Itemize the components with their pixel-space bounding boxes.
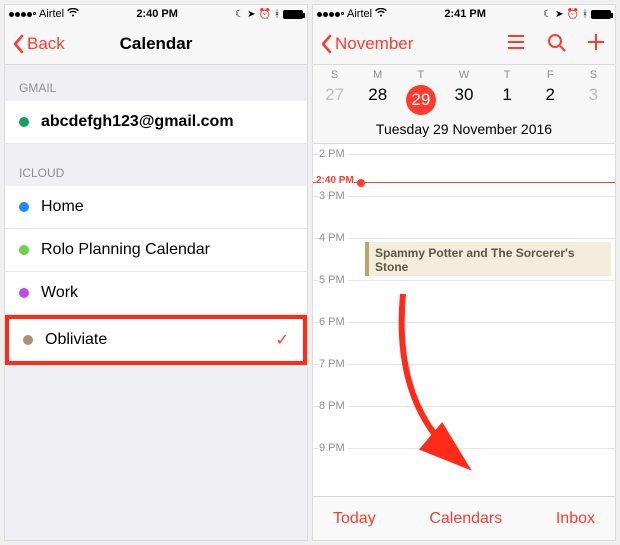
moon-icon: ☾ [543, 9, 552, 20]
calendar-row-rolo[interactable]: Rolo Planning Calendar [5, 229, 307, 272]
today-button[interactable]: Today [333, 510, 376, 528]
section-header-icloud: ICLOUD [5, 144, 307, 186]
month-label: November [335, 34, 413, 54]
status-bar: Airtel 2:40 PM ☾ ➤ ⏰ ᚼ [5, 5, 307, 23]
back-label: Back [27, 34, 65, 54]
calendar-row-gmail[interactable]: abcdefgh123@gmail.com [5, 101, 307, 144]
carrier-label: Airtel [39, 8, 64, 20]
color-bullet [19, 202, 29, 212]
day-cell[interactable]: 3 [572, 85, 615, 115]
hour-label: 6 PM [319, 316, 348, 328]
calendar-label: Work [41, 284, 78, 302]
current-time-indicator: 2:40 PM [313, 182, 615, 183]
week-header: S M T W T F S 27 28 29 30 1 2 3 Tuesday … [313, 65, 615, 144]
day-timeline[interactable]: 2 PM 2:40 PM 3 PM 4 PM Spammy Potter and… [313, 144, 615, 484]
bluetooth-icon: ᚼ [274, 9, 280, 20]
full-date-label: Tuesday 29 November 2016 [313, 121, 615, 137]
calendar-event[interactable]: Spammy Potter and The Sorcerer's Stone [365, 242, 611, 276]
location-icon: ➤ [555, 9, 563, 20]
inbox-button[interactable]: Inbox [556, 510, 595, 528]
search-icon[interactable] [545, 31, 567, 56]
alarm-icon: ⏰ [567, 9, 579, 20]
location-icon: ➤ [247, 9, 255, 20]
day-cell[interactable]: 28 [356, 85, 399, 115]
color-bullet [19, 245, 29, 255]
clock: 2:40 PM [136, 8, 178, 20]
hour-label: 7 PM [319, 358, 348, 370]
battery-icon [591, 10, 611, 19]
carrier-label: Airtel [347, 8, 372, 20]
calendar-label: Rolo Planning Calendar [41, 241, 210, 259]
alarm-icon: ⏰ [259, 9, 271, 20]
color-bullet [19, 288, 29, 298]
weekday-label: W [442, 69, 485, 81]
add-icon[interactable] [585, 31, 607, 56]
wifi-icon [375, 8, 387, 20]
color-bullet [19, 117, 29, 127]
hour-label: 4 PM [319, 232, 348, 244]
hour-label: 5 PM [319, 274, 348, 286]
calendar-label: Home [41, 198, 84, 216]
calendar-row-work[interactable]: Work [5, 272, 307, 315]
battery-icon [283, 10, 303, 19]
wifi-icon [67, 8, 79, 20]
calendar-selection-screen: Airtel 2:40 PM ☾ ➤ ⏰ ᚼ Back Calendar GMA… [4, 4, 308, 541]
day-cell[interactable]: 30 [442, 85, 485, 115]
day-cell[interactable]: 2 [529, 85, 572, 115]
calendar-row-home[interactable]: Home [5, 186, 307, 229]
hour-label: 8 PM [319, 400, 348, 412]
calendar-row-obliviate[interactable]: Obliviate ✓ [5, 315, 307, 365]
status-bar: Airtel 2:41 PM ☾ ➤ ⏰ ᚼ [313, 5, 615, 23]
clock: 2:41 PM [444, 8, 486, 20]
calendars-button[interactable]: Calendars [429, 510, 502, 528]
bottom-toolbar: Today Calendars Inbox [313, 496, 615, 540]
moon-icon: ☾ [235, 9, 244, 20]
page-title: Calendar [120, 34, 193, 54]
weekday-label: F [529, 69, 572, 81]
back-to-month-button[interactable]: November [319, 34, 413, 54]
day-cell[interactable]: 27 [313, 85, 356, 115]
hour-label: 9 PM [319, 442, 348, 454]
checkmark-icon: ✓ [276, 330, 289, 350]
weekday-label: M [356, 69, 399, 81]
nav-bar: November [313, 23, 615, 65]
calendar-label: abcdefgh123@gmail.com [41, 113, 234, 131]
weekday-label: S [572, 69, 615, 81]
bluetooth-icon: ᚼ [582, 9, 588, 20]
day-cell[interactable]: 1 [486, 85, 529, 115]
hour-label: 3 PM [319, 190, 348, 202]
color-bullet [23, 335, 33, 345]
list-view-icon[interactable] [505, 31, 527, 56]
day-cell-today[interactable]: 29 [399, 85, 442, 115]
annotation-arrow [383, 284, 503, 474]
event-title: Spammy Potter and The Sorcerer's Stone [375, 246, 575, 274]
section-header-gmail: GMAIL [5, 65, 307, 101]
weekday-label: T [486, 69, 529, 81]
back-button[interactable]: Back [11, 34, 65, 54]
weekday-label: T [399, 69, 442, 81]
calendar-label: Obliviate [45, 331, 107, 349]
weekday-label: S [313, 69, 356, 81]
hour-label: 2 PM [319, 148, 348, 160]
calendar-day-screen: Airtel 2:41 PM ☾ ➤ ⏰ ᚼ November S M [312, 4, 616, 541]
nav-bar: Back Calendar [5, 23, 307, 65]
